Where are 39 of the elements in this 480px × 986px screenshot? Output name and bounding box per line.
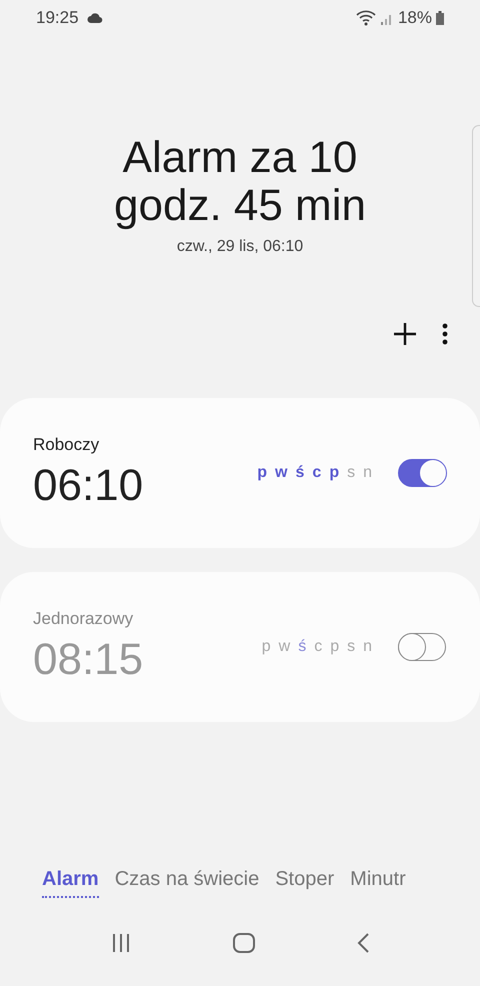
edge-handle[interactable]: [472, 125, 480, 307]
back-icon[interactable]: [357, 933, 369, 953]
alarm-card[interactable]: Jednorazowy 08:15 p w ś c p s n: [0, 572, 480, 722]
alarm-name: Roboczy: [33, 435, 100, 455]
alarm-time: 06:10: [33, 461, 144, 511]
weekday: n: [363, 464, 372, 482]
wifi-icon: [356, 10, 376, 26]
weekday: p: [329, 464, 340, 482]
alarm-card[interactable]: Roboczy 06:10 p w ś c p s n: [0, 398, 480, 548]
alarm-switch[interactable]: [398, 459, 446, 487]
add-icon[interactable]: [394, 323, 416, 345]
tab[interactable]: Minutr: [350, 868, 406, 898]
alarm-switch[interactable]: [398, 633, 446, 661]
tab[interactable]: Stoper: [275, 868, 334, 898]
weekday: w: [275, 464, 288, 482]
cloud-icon: [86, 11, 103, 25]
weekday: p: [257, 464, 268, 482]
weekday: w: [278, 638, 290, 656]
status-time: 19:25: [36, 8, 79, 28]
weekday: ś: [296, 464, 304, 482]
tab[interactable]: Alarm: [42, 868, 99, 898]
tab[interactable]: Czas na świecie: [114, 868, 260, 898]
battery-percent: 18%: [398, 8, 432, 28]
battery-icon: [436, 11, 444, 25]
weekday: ś: [298, 638, 306, 656]
home-icon[interactable]: [233, 933, 255, 953]
recent-apps-icon[interactable]: [111, 934, 131, 952]
weekday: c: [314, 638, 322, 656]
next-alarm-date: czw., 29 lis, 06:10: [176, 238, 304, 256]
more-icon[interactable]: [442, 323, 448, 345]
alarm-name: Jednorazowy: [33, 609, 134, 629]
weekday: s: [347, 464, 356, 482]
weekday: c: [312, 464, 322, 482]
alarm-countdown: Alarm za 10 godz. 45 min: [113, 134, 367, 230]
weekday: s: [347, 638, 356, 656]
weekday: n: [363, 638, 372, 656]
alarm-time: 08:15: [33, 635, 144, 685]
weekday: p: [330, 638, 340, 656]
weekday: p: [262, 638, 271, 656]
